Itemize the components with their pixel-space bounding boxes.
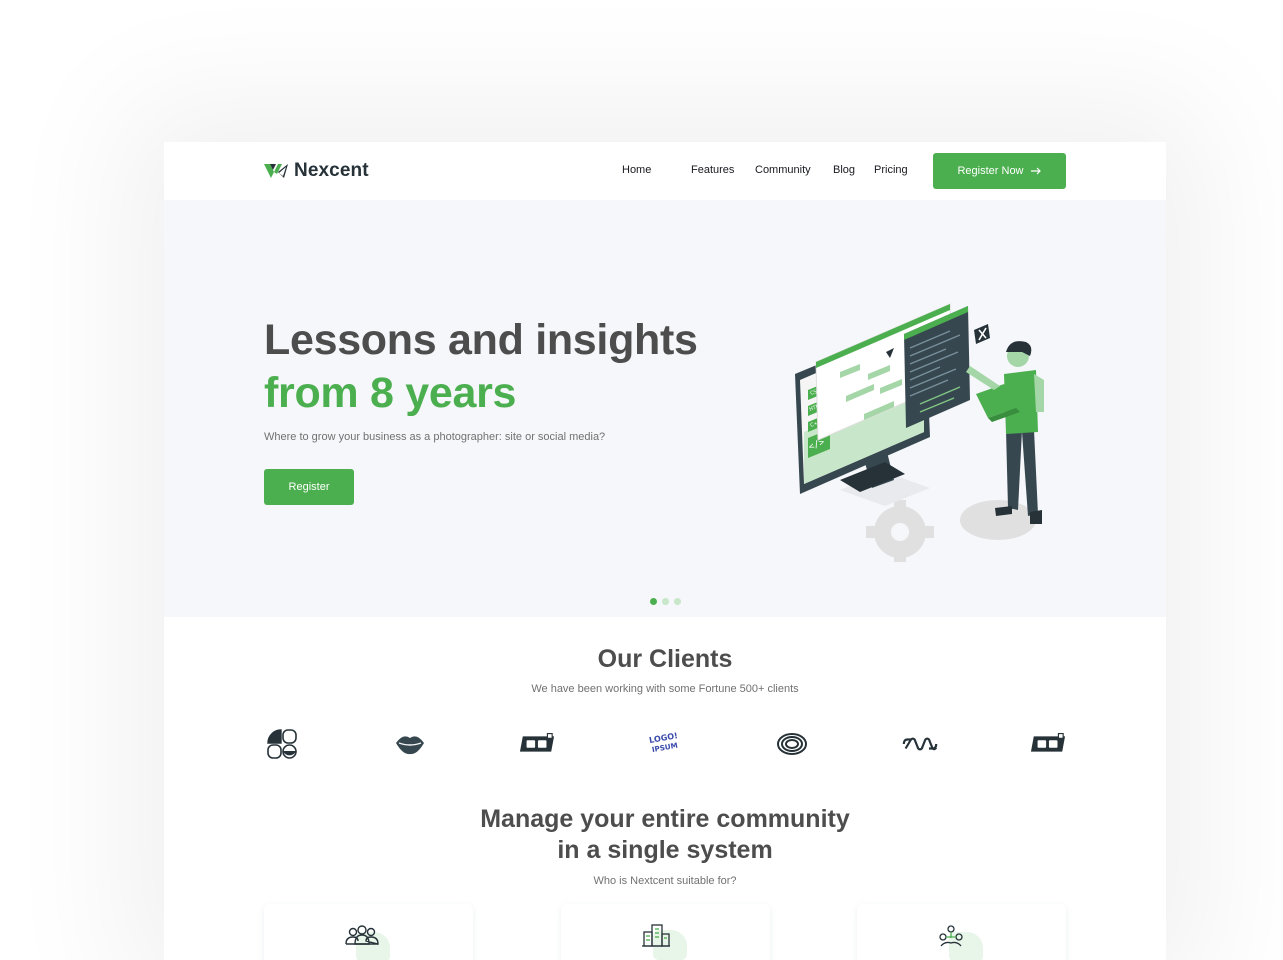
quad-shapes-logo-icon xyxy=(264,726,300,762)
landing-page: Nexcent Home Features Community Blog Pri… xyxy=(164,142,1166,960)
hero-section: Lessons and insights from 8 years Where … xyxy=(164,200,1166,617)
hero-title: Lessons and insights from 8 years xyxy=(264,314,698,420)
hero-subtitle: Where to grow your business as a photogr… xyxy=(264,431,606,443)
community-card-members[interactable] xyxy=(264,904,473,960)
hero-title-line1: Lessons and insights xyxy=(264,316,698,364)
developer-illustration: CSS HTML C++ </> xyxy=(795,303,1044,562)
brand-logo[interactable]: Nexcent xyxy=(264,160,369,182)
clients-title: Our Clients xyxy=(597,645,733,673)
building-icon xyxy=(642,924,670,947)
register-now-button[interactable]: Register Now xyxy=(933,153,1066,189)
nav-community[interactable]: Community xyxy=(755,164,811,176)
nav-features[interactable]: Features xyxy=(691,164,734,176)
client-logos: LOGO! IPSUM xyxy=(264,726,1074,762)
community-subtitle: Who is Nextcent suitable for? xyxy=(593,875,737,887)
carousel-dot-1[interactable] xyxy=(650,598,657,605)
nexcent-logo-icon xyxy=(264,164,288,178)
spiral-logo-icon xyxy=(774,726,810,762)
community-card-building[interactable] xyxy=(561,904,770,960)
carousel-indicators xyxy=(650,598,681,605)
members-icon xyxy=(345,925,379,945)
community-title: Manage your entire community in a single… xyxy=(164,804,1166,866)
clients-subtitle: We have been working with some Fortune 5… xyxy=(531,683,799,695)
hand-network-icon xyxy=(939,925,963,947)
carousel-dot-3[interactable] xyxy=(674,598,681,605)
community-title-line2: in a single system xyxy=(557,836,773,864)
brand-name: Nexcent xyxy=(294,160,369,181)
gear-icon xyxy=(866,500,934,562)
hero-title-line2: from 8 years xyxy=(264,369,517,417)
person-figure xyxy=(966,341,1044,524)
nav-home[interactable]: Home xyxy=(622,164,651,176)
carousel-dot-2[interactable] xyxy=(662,598,669,605)
register-now-label: Register Now xyxy=(957,165,1024,177)
logo-ipsum-text-logo-icon: LOGO! IPSUM xyxy=(647,726,683,762)
chain-logo-icon xyxy=(902,726,938,762)
community-card-network[interactable] xyxy=(857,904,1066,960)
close-icon xyxy=(974,324,990,344)
community-title-line1: Manage your entire community xyxy=(480,805,850,833)
lips-logo-icon xyxy=(392,726,428,762)
oo-logo-icon xyxy=(519,726,555,762)
top-navbar: Nexcent Home Features Community Blog Pri… xyxy=(164,142,1166,200)
nav-blog[interactable]: Blog xyxy=(833,164,855,176)
oo-logo-icon xyxy=(1030,726,1066,762)
nav-pricing[interactable]: Pricing xyxy=(874,164,908,176)
hero-register-button[interactable]: Register xyxy=(264,469,354,505)
arrow-right-icon xyxy=(1030,167,1041,175)
